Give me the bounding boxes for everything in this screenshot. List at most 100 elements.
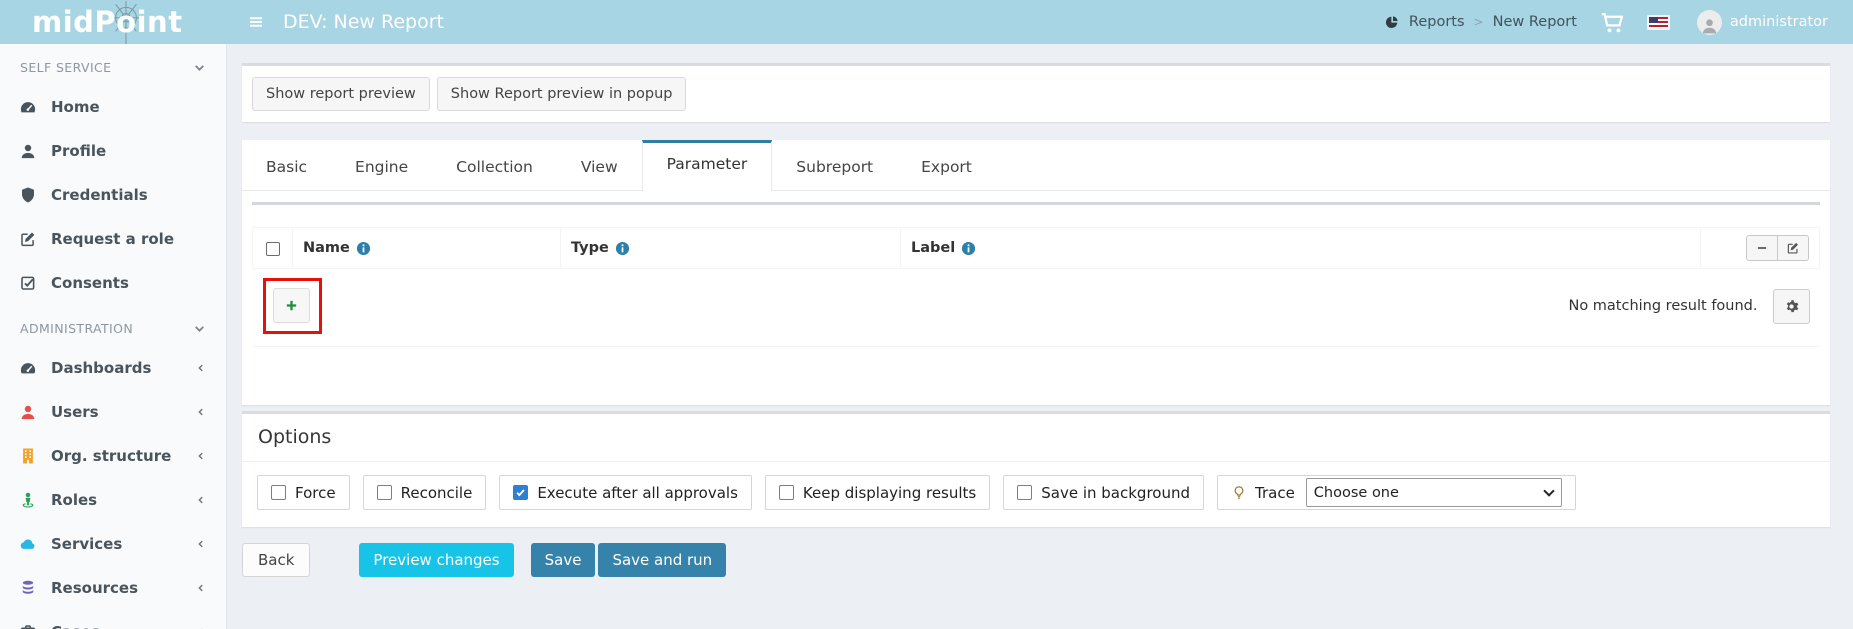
option-label: Reconcile [400, 483, 473, 502]
sidebar-item-profile[interactable]: Profile [0, 129, 226, 173]
trace-select[interactable]: Choose one [1305, 478, 1562, 507]
back-button[interactable]: Back [242, 543, 311, 577]
force-option: Force [257, 475, 350, 510]
sidebar-item-label: Users [51, 403, 99, 421]
username[interactable]: administrator [1730, 14, 1828, 30]
logo-text: midPo int [32, 1, 183, 44]
sidebar-item-label: Org. structure [51, 447, 172, 465]
sidebar-item-cases[interactable]: Cases [0, 610, 226, 629]
sidebar-item-resources[interactable]: Resources [0, 566, 226, 610]
sidebar-item-request-a-role[interactable]: Request a role [0, 217, 226, 261]
breadcrumb-reports-link[interactable]: Reports [1409, 14, 1465, 30]
annotation-highlight [262, 278, 322, 334]
execute-after-all-approvals-option: Execute after all approvals [499, 475, 752, 510]
reconcile-option: Reconcile [362, 475, 487, 510]
add-parameter-button[interactable] [272, 288, 310, 323]
table-settings-button[interactable] [1772, 288, 1810, 324]
reconcile-checkbox[interactable] [376, 485, 392, 500]
app-window: midPo int DEV: New Report Reports > New R… [0, 0, 1853, 629]
tab-parameter[interactable]: Parameter [641, 140, 773, 191]
chevron-left-icon [196, 583, 206, 593]
sidebar-item-home[interactable]: Home [0, 85, 226, 129]
delete-parameter-button[interactable] [1746, 235, 1778, 261]
chevron-left-icon [196, 363, 206, 373]
force-checkbox[interactable] [271, 485, 286, 500]
save-in-background-checkbox[interactable] [1017, 485, 1033, 500]
tab-engine[interactable]: Engine [331, 140, 432, 190]
cart-icon[interactable] [1599, 9, 1626, 36]
cloud-icon [19, 535, 37, 553]
chevron-left-icon [196, 495, 206, 505]
profile-user-icon [19, 142, 37, 160]
top-bar: midPo int DEV: New Report Reports > New R… [0, 0, 1853, 44]
footer-actions: Back Preview changes Save Save and run [242, 543, 1830, 577]
logo[interactable]: midPo int [0, 0, 227, 44]
chevron-left-icon [196, 407, 206, 417]
column-header-type: Type [571, 240, 609, 256]
sidebar-item-roles[interactable]: Roles [0, 478, 226, 522]
execute-after-all-approvals-checkbox[interactable] [513, 485, 529, 500]
edit-parameter-button[interactable] [1777, 235, 1809, 261]
tab-basic[interactable]: Basic [242, 140, 331, 190]
tab-collection[interactable]: Collection [432, 140, 557, 190]
empty-type-cell [560, 268, 901, 347]
sidebar-section-self-service[interactable]: SELF SERVICE [0, 44, 226, 85]
label-info-icon[interactable] [961, 241, 976, 256]
trace-label: Trace [1255, 483, 1295, 502]
top-bar-right: Reports > New Report administrator [1384, 9, 1853, 36]
sidebar-item-services[interactable]: Services [0, 522, 226, 566]
tab-view[interactable]: View [557, 140, 642, 190]
tab-strip: Basic Engine Collection View Parameter Subrep… [242, 140, 1830, 191]
breadcrumb-separator: > [1473, 15, 1484, 29]
breadcrumb: Reports > New Report [1384, 14, 1577, 30]
report-preview-bar: Show report preview Show Report preview i… [242, 63, 1830, 122]
sidebar-section-administration[interactable]: ADMINISTRATION [0, 305, 226, 346]
sidebar-item-credentials[interactable]: Credentials [0, 173, 226, 217]
logo-text-pre: midP [32, 5, 117, 39]
tab-export[interactable]: Export [897, 140, 996, 190]
sidebar-item-consents[interactable]: Consents [0, 261, 226, 305]
plus-icon [284, 298, 299, 313]
users-icon [19, 403, 37, 421]
tab-subreport[interactable]: Subreport [772, 140, 897, 190]
home-dashboard-icon [19, 98, 37, 116]
sidebar-item-users[interactable]: Users [0, 390, 226, 434]
sidebar: SELF SERVICE Home Profile Credentials Reques… [0, 44, 227, 629]
chevron-left-icon [196, 539, 206, 549]
briefcase-icon [19, 623, 37, 629]
main-content: Show report preview Show Report preview i… [227, 44, 1853, 629]
type-info-icon[interactable] [615, 241, 630, 256]
preview-changes-button[interactable]: Preview changes [359, 543, 514, 577]
logo-text-o: o [116, 5, 137, 39]
dashboard-icon [19, 359, 37, 377]
sidebar-item-org-structure[interactable]: Org. structure [0, 434, 226, 478]
option-label: Force [295, 483, 336, 502]
chevron-down-icon [193, 322, 206, 335]
empty-result-text: No matching result found. [1568, 298, 1758, 314]
name-info-icon[interactable] [356, 241, 371, 256]
sidebar-toggle-button[interactable] [241, 7, 271, 37]
table-actions-group [1746, 235, 1809, 261]
report-tabs-panel: Basic Engine Collection View Parameter Subrep… [242, 140, 1830, 405]
avatar[interactable] [1696, 9, 1722, 35]
section-label: SELF SERVICE [20, 60, 112, 75]
sidebar-item-label: Home [51, 98, 100, 116]
parameters-box: Name Type Label No matching result found… [252, 202, 1820, 347]
trace-option: Trace Choose one [1217, 475, 1576, 510]
save-and-run-button[interactable]: Save and run [598, 543, 727, 577]
select-all-checkbox[interactable] [265, 242, 280, 256]
table-header-row: Name Type Label [252, 227, 1820, 269]
keep-displaying-results-checkbox[interactable] [778, 485, 794, 500]
show-report-preview-in-popup-button[interactable]: Show Report preview in popup [436, 77, 687, 111]
keep-displaying-results-option: Keep displaying results [764, 475, 991, 510]
options-section: Options Force Reconcile Execute after all … [242, 411, 1830, 527]
sidebar-item-dashboards[interactable]: Dashboards [0, 346, 226, 390]
table-empty-row: No matching result found. [252, 268, 1820, 347]
hamburger-icon [247, 13, 265, 31]
locale-flag-us[interactable] [1646, 14, 1670, 30]
column-header-label: Label [911, 240, 956, 256]
option-label: Execute after all approvals [537, 483, 738, 502]
logo-text-post: int [136, 5, 183, 39]
show-report-preview-button[interactable]: Show report preview [252, 77, 430, 111]
save-button[interactable]: Save [530, 543, 596, 577]
